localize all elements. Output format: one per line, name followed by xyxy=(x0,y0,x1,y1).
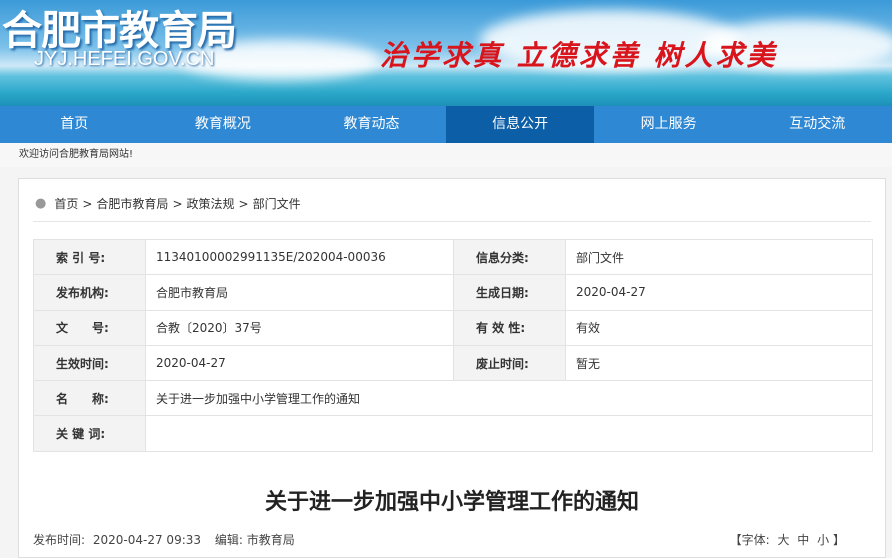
font-bracket: 】 xyxy=(832,533,845,547)
font-small-button[interactable]: 小 xyxy=(817,533,829,547)
table-row: 名 称: 关于进一步加强中小学管理工作的通知 xyxy=(33,380,873,417)
table-row: 索 引 号: 11340100002991135E/202004-00036 信… xyxy=(33,238,873,276)
effective-value: 2020-04-27 xyxy=(145,344,454,382)
breadcrumb-bureau[interactable]: 合肥市教育局 xyxy=(96,195,168,212)
font-size-control: 【字体: 大 中 小 】 xyxy=(730,531,845,548)
abolish-label: 废止时间: xyxy=(453,344,566,382)
info-table: 索 引 号: 11340100002991135E/202004-00036 信… xyxy=(33,238,873,452)
welcome-text: 欢迎访问合肥教育局网站! xyxy=(0,143,892,167)
abolish-value: 暂无 xyxy=(565,344,873,382)
publish-time: 2020-04-27 09:33 xyxy=(92,533,202,547)
nav-interaction[interactable]: 互动交流 xyxy=(743,106,892,143)
nav-news[interactable]: 教育动态 xyxy=(297,106,446,143)
location-pin-icon: ● xyxy=(35,196,47,211)
article-title: 关于进一步加强中小学管理工作的通知 xyxy=(264,490,639,515)
name-value: 关于进一步加强中小学管理工作的通知 xyxy=(145,380,873,417)
editor-label: 编辑: xyxy=(214,533,243,547)
article-meta: 发布时间: 2020-04-27 09:33 编辑: 市教育局 xyxy=(33,531,295,548)
index-value: 11340100002991135E/202004-00036 xyxy=(145,238,454,276)
effective-label: 生效时间: xyxy=(33,344,146,382)
divider xyxy=(33,221,871,222)
created-value: 2020-04-27 xyxy=(565,274,873,311)
keywords-label: 关 键 词: xyxy=(33,415,146,452)
validity-value: 有效 xyxy=(565,309,873,346)
breadcrumb-policy[interactable]: 政策法规 xyxy=(187,195,235,212)
font-large-button[interactable]: 大 xyxy=(777,533,789,547)
nav-online-service[interactable]: 网上服务 xyxy=(594,106,743,143)
category-value: 部门文件 xyxy=(565,238,873,276)
docno-label: 文 号: xyxy=(33,309,146,346)
nav-info-disclosure[interactable]: 信息公开 xyxy=(445,106,595,143)
table-row: 发布机构: 合肥市教育局 生成日期: 2020-04-27 xyxy=(33,274,873,311)
table-row: 文 号: 合教〔2020〕37号 有 效 性: 有效 xyxy=(33,309,873,346)
editor-value: 市教育局 xyxy=(246,533,295,547)
table-row: 关 键 词: xyxy=(33,415,873,452)
header-banner: 合肥市教育局 JYJ.HEFEI.GOV.CN 治学求真 立德求善 树人求美 xyxy=(0,0,892,106)
breadcrumb-home[interactable]: 首页 xyxy=(54,195,78,212)
slogan: 治学求真 立德求善 树人求美 xyxy=(380,39,778,72)
index-label: 索 引 号: xyxy=(33,238,146,276)
breadcrumb: ● 首页 > 合肥市教育局 > 政策法规 > 部门文件 xyxy=(35,195,301,212)
keywords-value xyxy=(145,415,873,452)
table-row: 生效时间: 2020-04-27 废止时间: 暂无 xyxy=(33,344,873,382)
nav-home[interactable]: 首页 xyxy=(0,106,149,143)
validity-label: 有 效 性: xyxy=(453,309,566,346)
created-label: 生成日期: xyxy=(453,274,566,311)
name-label: 名 称: xyxy=(33,380,146,417)
nav-overview[interactable]: 教育概况 xyxy=(149,106,298,143)
site-domain: JYJ.HEFEI.GOV.CN xyxy=(34,48,215,70)
publish-label: 发布时间: xyxy=(33,533,86,547)
breadcrumb-dept-docs[interactable]: 部门文件 xyxy=(253,195,301,212)
publisher-label: 发布机构: xyxy=(33,274,146,311)
main-nav: 首页 教育概况 教育动态 信息公开 网上服务 互动交流 xyxy=(0,106,892,143)
font-label: 【字体: xyxy=(729,533,770,547)
docno-value: 合教〔2020〕37号 xyxy=(145,309,454,346)
font-medium-button[interactable]: 中 xyxy=(797,533,809,547)
content-box: ● 首页 > 合肥市教育局 > 政策法规 > 部门文件 索 引 号: 11340100… xyxy=(18,178,886,558)
category-label: 信息分类: xyxy=(453,238,566,276)
publisher-value: 合肥市教育局 xyxy=(145,274,454,311)
